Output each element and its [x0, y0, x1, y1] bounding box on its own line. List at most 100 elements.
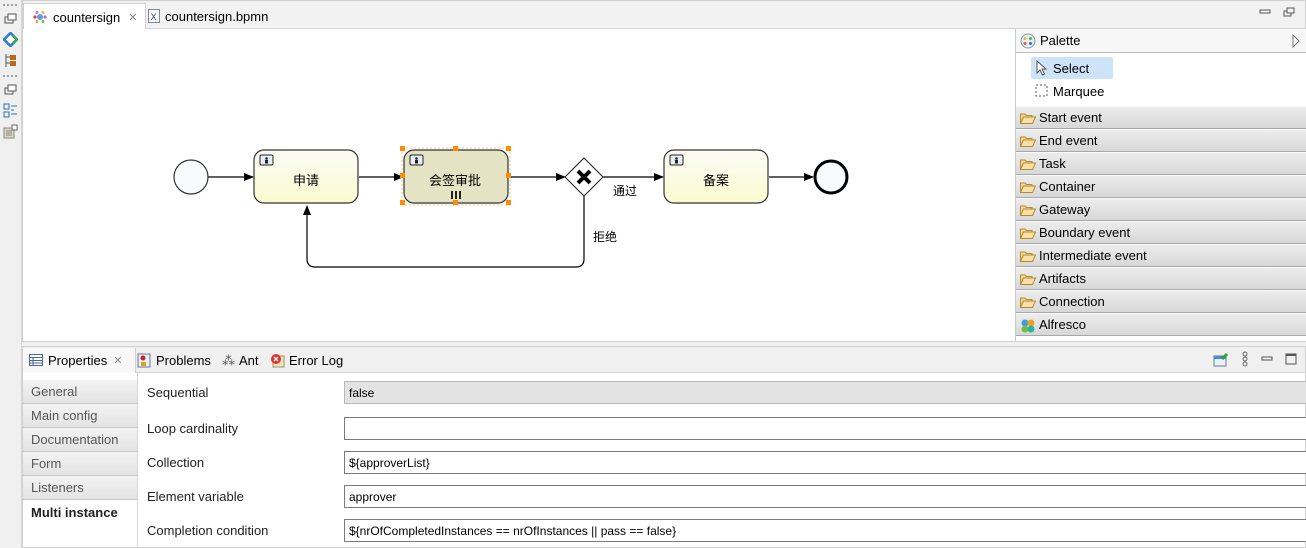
folder-icon	[1019, 227, 1037, 239]
field-element-variable: Element variable approver	[147, 485, 1306, 509]
palette-drawers: Start event End event Task Container Gat…	[1016, 106, 1306, 336]
folder-icon	[1019, 181, 1037, 193]
field-label: Completion condition	[147, 523, 269, 538]
drawer-boundary-event[interactable]: Boundary event	[1016, 221, 1306, 244]
field-completion-condition: Completion condition ${nrOfCompletedInst…	[147, 519, 1306, 543]
folder-icon	[1019, 135, 1037, 147]
properties-icon	[29, 354, 43, 366]
tab-ant[interactable]: ⁂ Ant	[222, 348, 259, 373]
drawer-task[interactable]: Task	[1016, 152, 1306, 175]
pointer-icon	[1036, 60, 1048, 76]
tab-countersign[interactable]: countersign ✕	[23, 3, 147, 30]
user-task-apply[interactable]: 申请	[253, 149, 359, 204]
alfresco-icon	[1020, 319, 1036, 333]
drawer-alfresco[interactable]: Alfresco	[1016, 313, 1306, 336]
maximize-icon[interactable]	[1285, 353, 1297, 365]
drawer-gateway[interactable]: Gateway	[1016, 198, 1306, 221]
flow-label-reject: 拒绝	[593, 229, 617, 244]
diagram-editor: countersign ✕ X countersign.bpmn 申请 会签审批…	[22, 0, 1306, 342]
restore-icon[interactable]	[3, 11, 18, 26]
end-event[interactable]	[813, 159, 849, 195]
close-icon[interactable]: ✕	[113, 354, 122, 367]
svg-text:X: X	[151, 13, 157, 23]
drawer-label: Connection	[1039, 294, 1105, 309]
marquee-icon	[1035, 84, 1048, 97]
tab-properties[interactable]: Properties ✕	[23, 348, 136, 373]
property-tab-general[interactable]: General	[23, 380, 137, 404]
drag-handle[interactable]	[3, 4, 17, 6]
element-variable-input[interactable]: approver	[344, 485, 1306, 508]
minimize-icon[interactable]	[1261, 354, 1273, 364]
palette-tool-marquee[interactable]: Marquee	[1031, 80, 1110, 102]
tab-error-log[interactable]: Error Log	[270, 348, 343, 373]
folder-icon	[1019, 158, 1037, 170]
property-tab-multi-instance[interactable]: Multi instance	[23, 500, 137, 524]
ant-icon: ⁂	[222, 352, 235, 368]
field-label: Loop cardinality	[147, 421, 239, 436]
tab-label: General	[31, 384, 78, 399]
editor-tab-bar: countersign ✕ X countersign.bpmn	[23, 1, 1305, 30]
property-tab-main-config[interactable]: Main config	[23, 404, 137, 428]
user-task-countersign[interactable]: 会签审批	[400, 146, 511, 206]
drawer-container[interactable]: Container	[1016, 175, 1306, 198]
drawer-artifacts[interactable]: Artifacts	[1016, 267, 1306, 290]
palette-header[interactable]: Palette	[1016, 29, 1306, 53]
loop-cardinality-input[interactable]	[344, 417, 1306, 440]
drawer-intermediate-event[interactable]: Intermediate event	[1016, 244, 1306, 267]
pin-editor-icon[interactable]	[1213, 352, 1229, 367]
start-event[interactable]	[173, 159, 209, 195]
drawer-start-event[interactable]: Start event	[1016, 106, 1306, 129]
collection-input[interactable]: ${approverList}	[344, 451, 1306, 474]
user-task-icon	[669, 154, 684, 166]
properties-view-icon[interactable]	[3, 124, 18, 139]
tab-label: Listeners	[31, 480, 84, 495]
drawer-label: Task	[1039, 156, 1066, 171]
sequential-select[interactable]: false	[344, 381, 1306, 404]
palette-tool-select[interactable]: Select	[1031, 57, 1113, 79]
completion-condition-input[interactable]: ${nrOfCompletedInstances == nrOfInstance…	[344, 519, 1306, 542]
hierarchy-icon[interactable]	[3, 53, 18, 68]
user-task-archive[interactable]: 备案	[663, 149, 769, 204]
property-tabs: General Main config Documentation Form L…	[23, 380, 137, 524]
view-menu-icon[interactable]	[1241, 351, 1249, 367]
xml-file-icon: X	[148, 9, 160, 23]
restore-icon[interactable]	[1283, 7, 1295, 17]
tab-countersign-bpmn[interactable]: X countersign.bpmn	[140, 3, 276, 29]
sequence-flow-reject[interactable]	[303, 196, 585, 268]
tab-problems[interactable]: Problems	[137, 348, 211, 373]
diagram-canvas[interactable]: 申请 会签审批 通过 拒绝 备案	[23, 29, 1015, 341]
exclusive-gateway[interactable]	[564, 157, 604, 197]
user-task-icon	[259, 154, 274, 166]
drawer-label: Container	[1039, 179, 1096, 194]
close-icon[interactable]: ✕	[128, 11, 137, 24]
minimize-icon[interactable]	[1259, 7, 1271, 17]
property-tab-documentation[interactable]: Documentation	[23, 428, 137, 452]
drawer-label: Start event	[1039, 110, 1102, 125]
property-tab-listeners[interactable]: Listeners	[23, 476, 137, 500]
bpmn-diagram[interactable]: 申请 会签审批 通过 拒绝 备案	[23, 29, 1015, 341]
folder-icon	[1019, 250, 1037, 262]
parallel-multi-instance-icon	[451, 191, 461, 199]
drawer-end-event[interactable]: End event	[1016, 129, 1306, 152]
tab-label: Error Log	[289, 353, 344, 368]
tab-label: Main config	[31, 408, 98, 423]
field-label: Sequential	[147, 385, 209, 400]
outline-view-icon[interactable]	[3, 103, 18, 118]
user-task-icon	[409, 154, 424, 166]
properties-panel: Properties ✕ Problems ⁂ Ant Error Log Ge…	[22, 346, 1306, 548]
drawer-label: Intermediate event	[1039, 248, 1147, 263]
property-tab-form[interactable]: Form	[23, 452, 137, 476]
restore-icon[interactable]	[3, 82, 18, 97]
drawer-connection[interactable]: Connection	[1016, 290, 1306, 313]
tab-label: Problems	[156, 353, 211, 368]
palette-title: Palette	[1040, 33, 1081, 48]
tab-label: Documentation	[31, 432, 119, 447]
field-collection: Collection ${approverList}	[147, 451, 1306, 475]
collapse-palette-icon[interactable]	[1291, 34, 1301, 48]
folder-icon	[1019, 296, 1037, 308]
drawer-label: Boundary event	[1039, 225, 1131, 240]
diagram-outline-icon[interactable]	[2, 31, 19, 48]
folder-icon	[1019, 273, 1037, 285]
drag-handle[interactable]	[3, 75, 17, 77]
flow-label-approve: 通过	[613, 184, 637, 198]
